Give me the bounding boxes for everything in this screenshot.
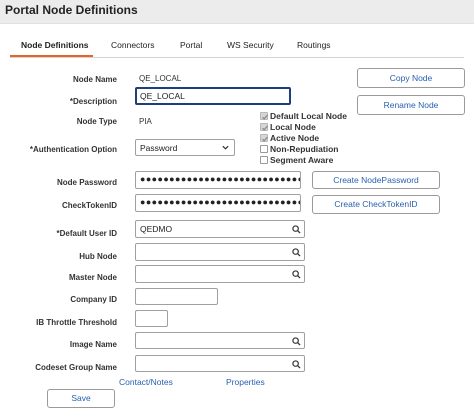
search-icon[interactable]	[292, 337, 301, 346]
auth-option-label: *Authentication Option	[29, 145, 117, 154]
non-repudiation-label: Non-Repudiation	[270, 144, 339, 154]
company-id-label: Company ID	[70, 295, 117, 304]
tab-ws-security[interactable]: WS Security	[227, 40, 274, 52]
search-icon[interactable]	[292, 225, 301, 234]
hub-node-input[interactable]	[135, 243, 305, 261]
node-password-label: Node Password	[56, 178, 117, 187]
auth-option-value: Password	[140, 143, 178, 153]
tab-connectors[interactable]: Connectors	[111, 40, 154, 52]
tab-portal[interactable]: Portal	[180, 40, 202, 52]
search-icon[interactable]	[292, 270, 301, 279]
rename-node-button[interactable]: Rename Node	[357, 95, 465, 115]
active-node-checkbox[interactable]	[260, 134, 268, 142]
image-name-label: Image Name	[69, 340, 117, 349]
tab-node-definitions[interactable]: Node Definitions	[21, 40, 89, 52]
codeset-group-label: Codeset Group Name	[35, 363, 117, 372]
node-type-value: PIA	[139, 117, 152, 126]
default-local-node-label: Default Local Node	[270, 111, 347, 121]
local-node-label: Local Node	[270, 122, 316, 132]
codeset-group-input[interactable]	[135, 355, 305, 372]
local-node-checkbox[interactable]	[260, 123, 268, 131]
tab-divider	[10, 57, 464, 58]
check-icon	[262, 136, 268, 142]
default-user-id-value: QEDMO	[140, 224, 173, 234]
default-user-id-input[interactable]: QEDMO	[135, 220, 305, 238]
default-local-node-checkbox[interactable]	[260, 112, 268, 120]
tab-routings[interactable]: Routings	[297, 40, 331, 52]
node-type-label: Node Type	[76, 117, 117, 126]
ib-throttle-input[interactable]	[135, 310, 168, 327]
description-input[interactable]: QE_LOCAL	[135, 87, 291, 105]
search-icon[interactable]	[292, 360, 301, 369]
auth-option-select[interactable]: Password	[135, 139, 235, 156]
page-title: Portal Node Definitions	[5, 3, 138, 17]
contact-notes-link[interactable]: Contact/Notes	[119, 377, 173, 387]
default-user-id-label: *Default User ID	[56, 229, 117, 238]
search-icon[interactable]	[292, 248, 301, 257]
description-label: *Description	[69, 97, 117, 106]
node-password-input[interactable]: ●●●●●●●●●●●●●●●●●●●●●●●●●●●●●●●●●●	[135, 171, 301, 189]
chevron-down-icon	[222, 145, 229, 150]
create-node-password-button[interactable]: Create NodePassword	[312, 171, 440, 189]
ib-throttle-label: IB Throttle Threshold	[36, 318, 117, 327]
checktoken-id-input[interactable]: ●●●●●●●●●●●●●●●●●●●●●●●●●●●●●●●●●●	[135, 194, 301, 212]
non-repudiation-checkbox[interactable]	[260, 145, 268, 153]
active-node-label: Active Node	[270, 133, 320, 143]
hub-node-label: Hub Node	[79, 252, 117, 261]
master-node-input[interactable]	[135, 265, 305, 283]
node-name-value: QE_LOCAL	[139, 74, 182, 83]
master-node-label: Master Node	[68, 273, 117, 282]
company-id-input[interactable]	[135, 288, 218, 305]
check-icon	[262, 125, 268, 131]
copy-node-button[interactable]: Copy Node	[357, 68, 465, 88]
check-icon	[262, 114, 268, 120]
save-button[interactable]: Save	[47, 389, 115, 408]
segment-aware-label: Segment Aware	[270, 155, 334, 165]
node-name-label: Node Name	[72, 75, 117, 84]
segment-aware-checkbox[interactable]	[260, 156, 268, 164]
image-name-input[interactable]	[135, 332, 305, 349]
properties-link[interactable]: Properties	[226, 377, 265, 387]
checktoken-id-label: CheckTokenID	[62, 201, 117, 210]
create-checktoken-button[interactable]: Create CheckTokenID	[312, 195, 440, 214]
